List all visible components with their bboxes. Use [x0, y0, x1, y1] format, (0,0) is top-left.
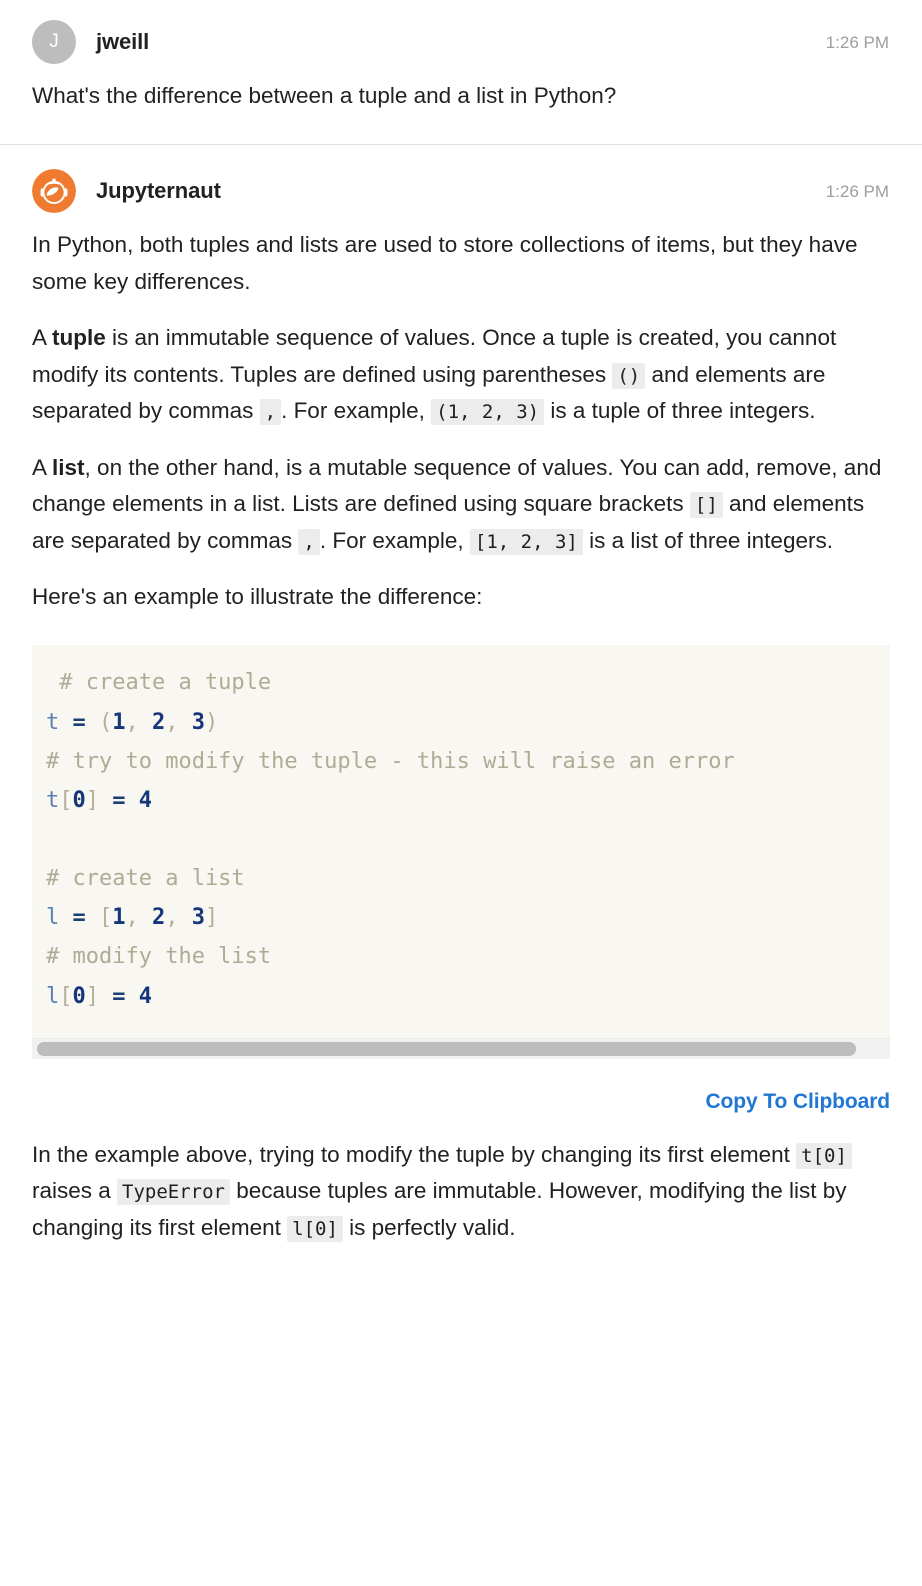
code-comment: # create a list [46, 866, 245, 892]
paragraph-example-lead: Here's an example to illustrate the diff… [32, 583, 483, 609]
inline-code-comma: , [298, 528, 320, 555]
code-number: 3 [191, 905, 205, 931]
message-timestamp: 1:26 PM [825, 32, 889, 52]
text-fragment: A [32, 454, 53, 480]
copy-to-clipboard-button[interactable]: Copy To Clipboard [705, 1085, 890, 1119]
paragraph-list: A list, on the other hand, is a mutable … [32, 450, 890, 559]
code-variable: t [46, 709, 60, 735]
chat-message-assistant: Jupyternaut 1:26 PM In Python, both tupl… [0, 145, 922, 1256]
message-body: What's the difference between a tuple an… [32, 78, 890, 114]
code-number: 2 [152, 905, 166, 931]
message-body: In Python, both tuples and lists are use… [32, 227, 890, 1246]
user-question-text: What's the difference between a tuple an… [32, 83, 617, 108]
code-number: 0 [72, 983, 86, 1009]
scrollbar-thumb[interactable] [37, 1041, 856, 1056]
code-punct: , [125, 905, 152, 931]
bold-term-list: list [52, 454, 85, 480]
jupyternaut-helmet-icon [32, 169, 76, 214]
code-number: 1 [112, 709, 126, 735]
paragraph-conclusion: In the example above, trying to modify t… [32, 1137, 890, 1246]
code-operator: = [59, 709, 99, 735]
code-punct: ) [205, 709, 219, 735]
code-variable: t [46, 787, 60, 813]
inline-code-brackets: [] [689, 492, 723, 519]
text-fragment: . For example, [281, 398, 432, 424]
code-content: # create a tuple t = (1, 2, 3) # try to … [32, 663, 890, 1015]
code-number: 3 [191, 709, 205, 735]
inline-code-tuple-example: (1, 2, 3) [431, 399, 545, 426]
code-punct: ] [85, 983, 99, 1009]
text-fragment: . For example, [319, 527, 470, 553]
message-header: J jweill 1:26 PM [32, 20, 890, 64]
code-block[interactable]: # create a tuple t = (1, 2, 3) # try to … [32, 645, 890, 1038]
code-punct: ] [205, 905, 219, 931]
bold-term-tuple: tuple [52, 325, 106, 351]
code-operator: = [99, 983, 139, 1009]
code-block-container: # create a tuple t = (1, 2, 3) # try to … [32, 645, 890, 1136]
chat-message-user: J jweill 1:26 PM What's the difference b… [0, 0, 922, 144]
paragraph-tuple: A tuple is an immutable sequence of valu… [32, 320, 890, 429]
text-fragment: In the example above, trying to modify t… [32, 1141, 797, 1167]
inline-code-comma: , [259, 399, 282, 426]
code-comment: # modify the list [46, 944, 272, 970]
code-horizontal-scrollbar[interactable] [32, 1037, 890, 1059]
code-number: 2 [152, 709, 166, 735]
message-timestamp: 1:26 PM [825, 181, 889, 201]
code-operator: = [99, 787, 139, 813]
text-fragment: raises a [32, 1178, 118, 1204]
inline-code-typeerror: TypeError [117, 1179, 230, 1206]
code-comment: # create a tuple [46, 670, 272, 696]
code-punct: [ [59, 787, 73, 813]
code-number: 0 [72, 787, 86, 813]
text-fragment: is perfectly valid. [342, 1214, 516, 1240]
text-fragment: A [32, 325, 53, 351]
inline-code-list-example: [1, 2, 3] [469, 528, 583, 555]
user-initial-avatar: J [32, 20, 76, 64]
sender-name: Jupyternaut [96, 178, 221, 204]
code-variable: l [46, 905, 60, 931]
code-punct: , [165, 905, 192, 931]
inline-code-parens: () [612, 362, 646, 389]
inline-code-l0: l[0] [287, 1215, 343, 1242]
inline-code-t0: t[0] [796, 1142, 852, 1169]
code-number: 4 [138, 983, 152, 1009]
text-fragment: is a list of three integers. [582, 527, 833, 553]
text-fragment: is a tuple of three integers. [544, 398, 816, 424]
code-punct: ] [85, 787, 99, 813]
code-comment: # try to modify the tuple - this will ra… [46, 748, 735, 774]
paragraph-intro: In Python, both tuples and lists are use… [32, 232, 858, 294]
sender-name: jweill [96, 29, 150, 54]
code-punct: [ [99, 905, 113, 931]
code-punct: [ [59, 983, 73, 1009]
code-punct: , [125, 709, 152, 735]
code-punct: , [165, 709, 192, 735]
message-header: Jupyternaut 1:26 PM [32, 169, 890, 214]
code-number: 4 [138, 787, 152, 813]
avatar-initial: J [49, 31, 59, 52]
code-actions: Copy To Clipboard [32, 1059, 890, 1137]
code-punct: ( [99, 709, 113, 735]
code-variable: l [46, 983, 60, 1009]
code-number: 1 [112, 905, 126, 931]
chat-transcript: J jweill 1:26 PM What's the difference b… [0, 0, 922, 1256]
code-operator: = [59, 905, 99, 931]
